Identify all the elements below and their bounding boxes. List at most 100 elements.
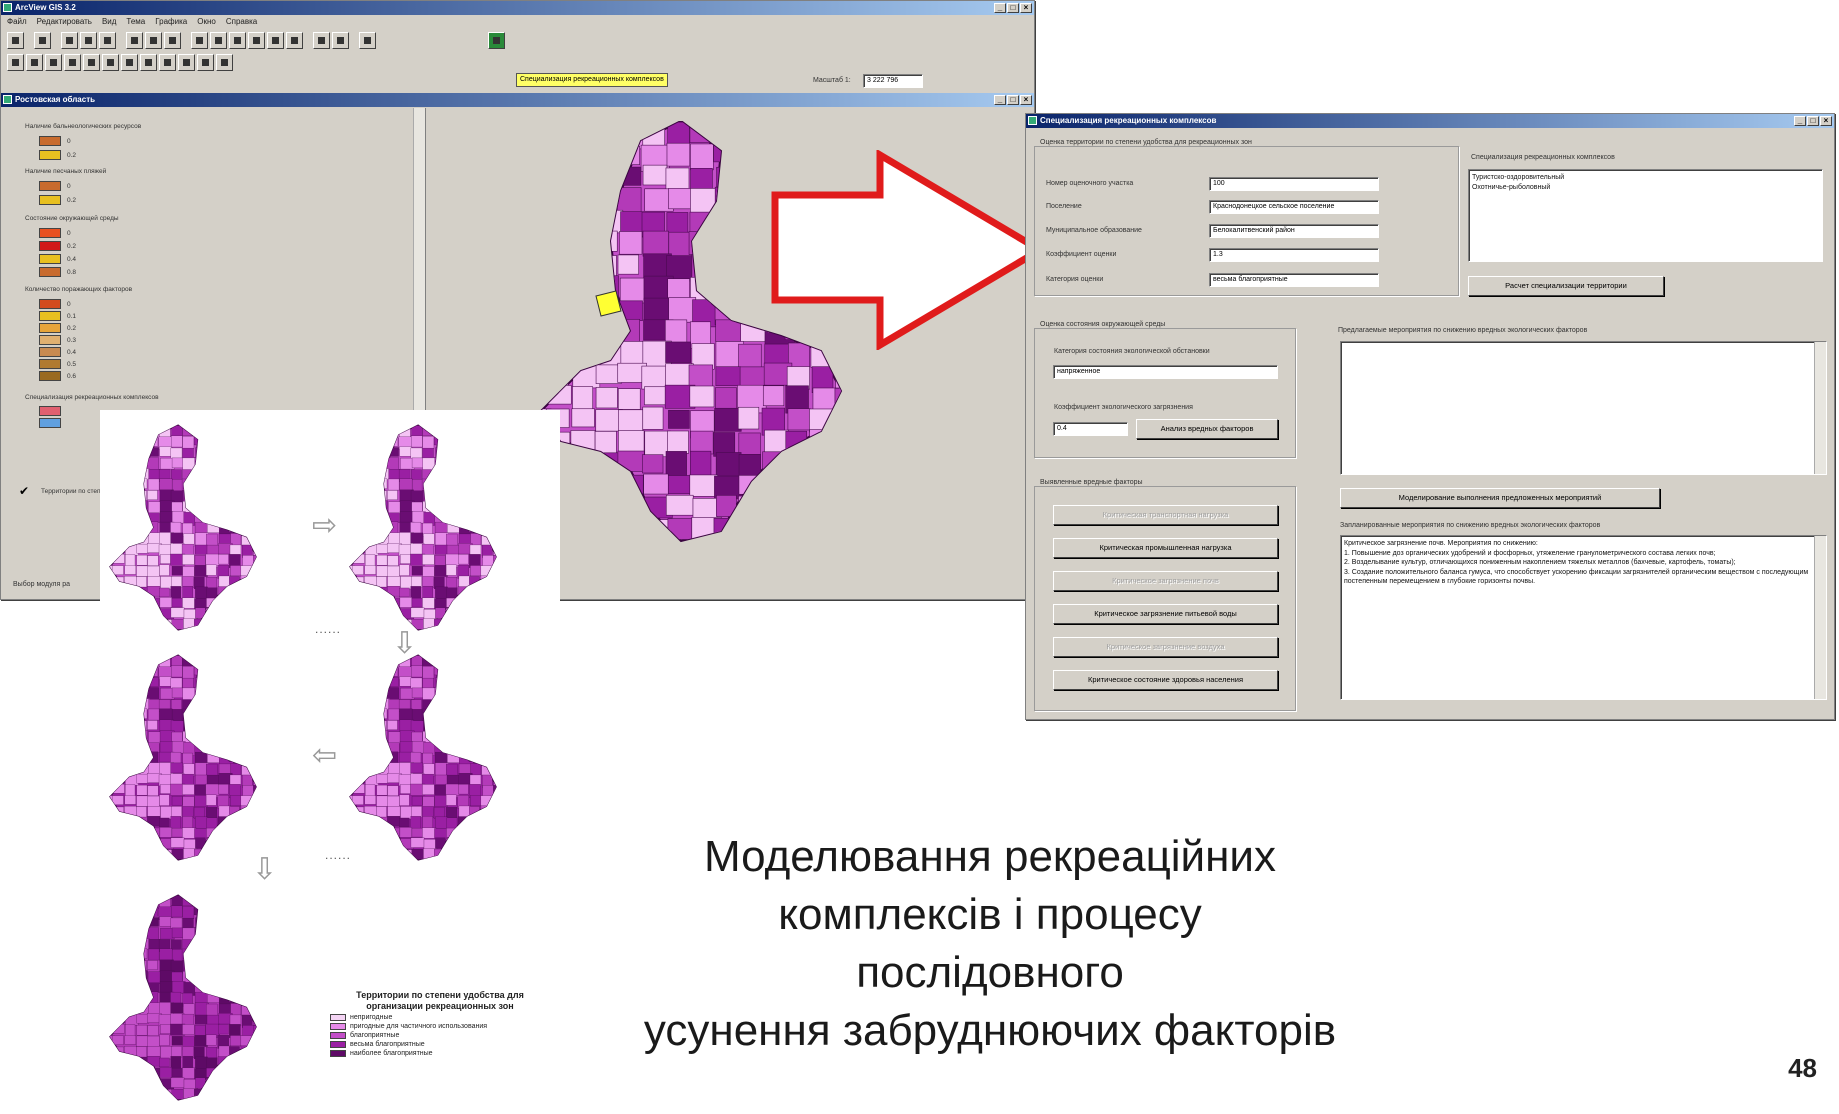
plot-number-input[interactable]: 100: [1209, 177, 1379, 191]
district: [136, 576, 147, 588]
settlement-input[interactable]: Краснодонецкое сельское поселение: [1209, 200, 1379, 214]
query-icon[interactable]: [145, 31, 162, 49]
zoom-full-icon[interactable]: [191, 31, 208, 49]
info-tool-icon[interactable]: [7, 53, 24, 71]
measure-tool-icon[interactable]: [140, 53, 157, 71]
menu-view[interactable]: Вид: [102, 15, 116, 29]
municipality-input[interactable]: Белокалитвенский район: [1209, 224, 1379, 238]
district: [469, 741, 483, 754]
legend-group-1[interactable]: Наличие бальнеологических ресурсов: [25, 123, 141, 130]
factor-health-button[interactable]: Критическое состояние здоровья населения: [1053, 670, 1278, 690]
find-icon[interactable]: [126, 31, 143, 49]
analysis-button[interactable]: Анализ вредных факторов: [1136, 419, 1278, 439]
district: [288, 479, 300, 489]
hotlink-tool-icon[interactable]: [159, 53, 176, 71]
clear-selection-icon[interactable]: [332, 31, 349, 49]
selected-district[interactable]: [595, 290, 622, 317]
district: [387, 576, 401, 587]
menu-window[interactable]: Окно: [197, 15, 216, 29]
district: [205, 479, 218, 493]
menu-file[interactable]: Файл: [7, 15, 27, 29]
district: [594, 322, 616, 346]
view-minimize-button[interactable]: _: [994, 95, 1006, 105]
calc-specialization-button[interactable]: Расчет специализации территории: [1468, 276, 1664, 296]
pollution-input[interactable]: 0.4: [1053, 422, 1128, 436]
district: [218, 731, 233, 743]
menu-help[interactable]: Справка: [226, 15, 257, 29]
zoom-out-icon[interactable]: [267, 31, 284, 49]
select-all-icon[interactable]: [313, 31, 330, 49]
zoomin-tool-icon[interactable]: [83, 53, 100, 71]
maximize-button[interactable]: □: [1007, 3, 1019, 13]
table-icon[interactable]: [99, 31, 116, 49]
dialog-maximize-button[interactable]: □: [1807, 116, 1819, 126]
zoom-previous-icon[interactable]: [286, 31, 303, 49]
dialog-minimize-button[interactable]: _: [1794, 116, 1806, 126]
eco-category-input[interactable]: напряженное: [1053, 365, 1278, 379]
locate-icon[interactable]: [164, 31, 181, 49]
save-project-icon[interactable]: [7, 31, 24, 49]
check-icon[interactable]: ✔: [19, 484, 29, 498]
zoom-selected-icon[interactable]: [229, 31, 246, 49]
proposed-textarea[interactable]: [1340, 341, 1827, 475]
district: [125, 762, 137, 773]
district: [457, 468, 470, 481]
legend-edit-icon[interactable]: [80, 31, 97, 49]
vertex-tool-icon[interactable]: [45, 53, 62, 71]
district: [641, 365, 669, 390]
zoom-in-icon[interactable]: [248, 31, 265, 49]
area-tool-icon[interactable]: [178, 53, 195, 71]
factor-water-button[interactable]: Критическое загрязнение питьевой воды: [1053, 604, 1278, 624]
district: [289, 667, 301, 679]
district: [740, 253, 762, 281]
add-theme-icon[interactable]: [34, 31, 51, 49]
district: [593, 123, 616, 148]
scale-input[interactable]: 3 222 796: [863, 74, 923, 88]
view-close-button[interactable]: ×: [1020, 95, 1032, 105]
factor-air-button[interactable]: Критическое загрязнение воздуха: [1053, 637, 1278, 657]
text-tool-icon[interactable]: [197, 53, 214, 71]
factor-transport-button[interactable]: Критическая транспортная нагрузка: [1053, 505, 1278, 525]
script-icon[interactable]: [488, 31, 505, 49]
coefficient-input[interactable]: 1.3: [1209, 248, 1379, 262]
district: [349, 730, 354, 745]
district: [458, 784, 469, 795]
proposed-scrollbar[interactable]: [1814, 342, 1826, 474]
select-tool-icon[interactable]: [64, 53, 81, 71]
help-icon[interactable]: [359, 31, 376, 49]
district: [468, 709, 481, 723]
district: [289, 425, 300, 436]
minimize-button[interactable]: _: [994, 3, 1006, 13]
menu-theme[interactable]: Тема: [126, 15, 145, 29]
model-measures-button[interactable]: Моделирование выполнения предложенных ме…: [1340, 488, 1660, 508]
category-input[interactable]: весьма благоприятные: [1209, 273, 1379, 287]
menu-graphics[interactable]: Графика: [155, 15, 187, 29]
close-button[interactable]: ×: [1020, 3, 1032, 13]
district: [217, 709, 230, 723]
factor-soil-button[interactable]: Критическое загрязнение почв: [1053, 571, 1278, 591]
view-maximize-button[interactable]: □: [1007, 95, 1019, 105]
legend-group-4[interactable]: Количество поражающих факторов: [25, 286, 132, 293]
legend-group-2[interactable]: Наличие песчаных пляжей: [25, 168, 106, 175]
legend-group-3[interactable]: Состояние окружающей среды: [25, 215, 119, 222]
zoom-theme-icon[interactable]: [210, 31, 227, 49]
district: [482, 655, 495, 667]
district: [834, 498, 841, 524]
specialization-textarea[interactable]: Туристско-оздоровительный Охотничье-рыбо…: [1468, 169, 1823, 262]
factor-industrial-button[interactable]: Критическая промышленная нагрузка: [1053, 538, 1278, 558]
menu-edit[interactable]: Редактировать: [37, 15, 92, 29]
district: [159, 676, 172, 687]
zoomout-tool-icon[interactable]: [102, 53, 119, 71]
legend-group-5[interactable]: Специализация рекреационных комплексов: [25, 394, 159, 401]
district: [518, 448, 530, 457]
planned-scrollbar[interactable]: [1814, 536, 1826, 699]
planned-textarea[interactable]: Критическое загрязнение почв. Мероприяти…: [1340, 535, 1827, 700]
dialog-close-button[interactable]: ×: [1820, 116, 1832, 126]
theme-props-icon[interactable]: [61, 31, 78, 49]
district: [218, 928, 231, 938]
pan-tool-icon[interactable]: [121, 53, 138, 71]
draw-tool-icon[interactable]: [216, 53, 233, 71]
district: [109, 742, 114, 754]
pointer-tool-icon[interactable]: [26, 53, 43, 71]
district: [147, 720, 158, 730]
